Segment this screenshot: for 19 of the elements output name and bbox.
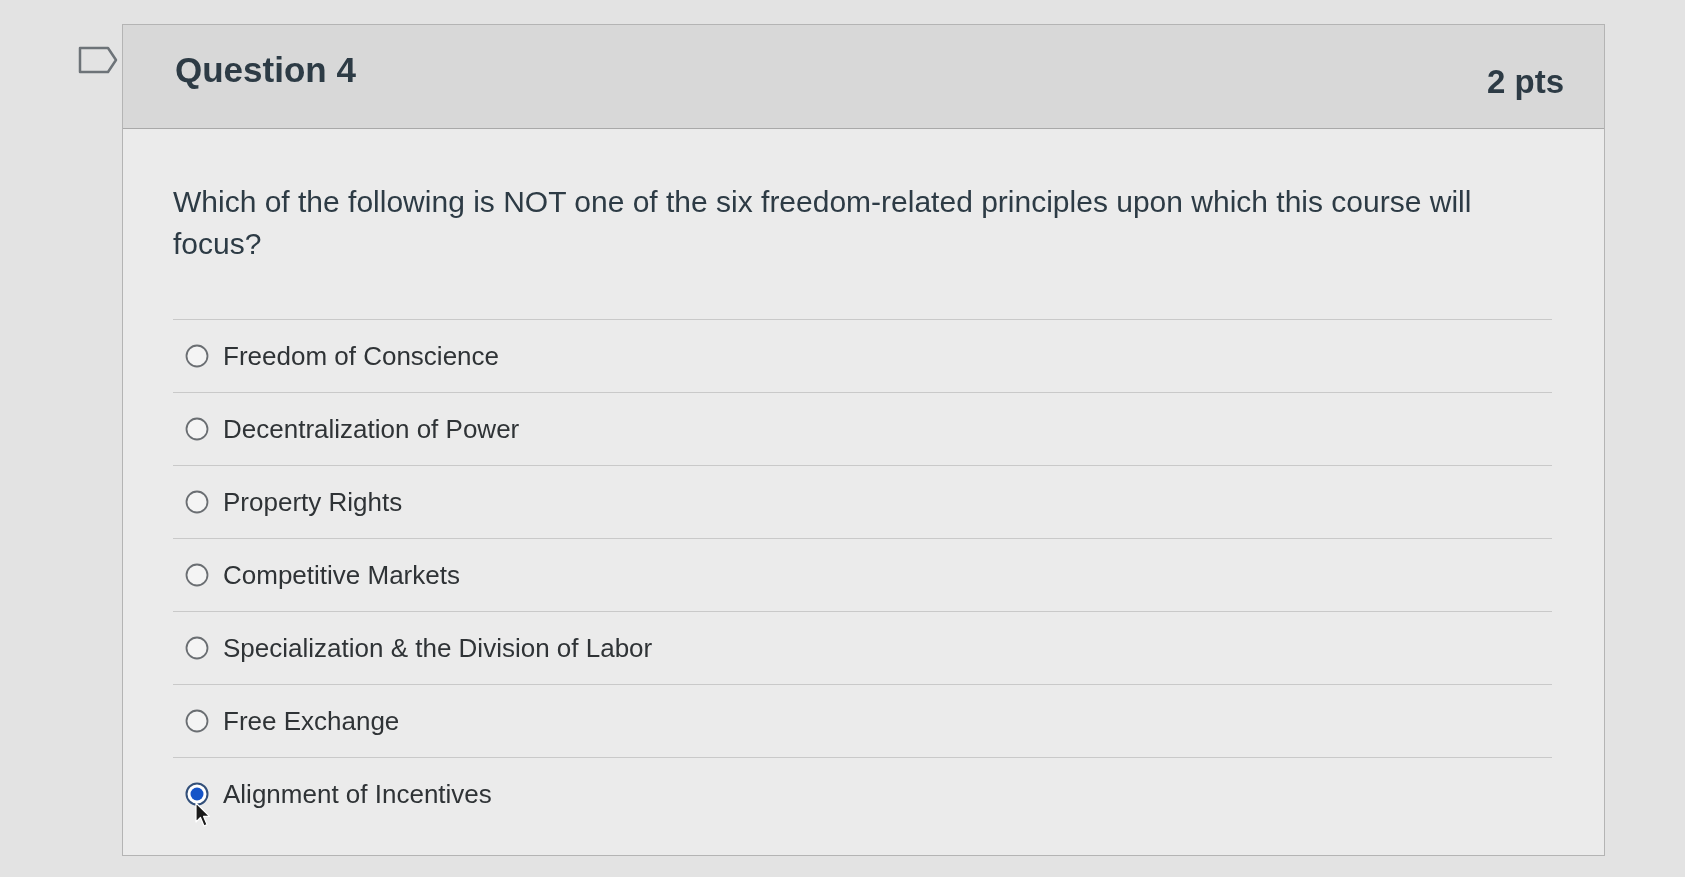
- flag-icon[interactable]: [78, 46, 118, 74]
- answer-option-label[interactable]: Freedom of Conscience: [223, 340, 500, 372]
- radio-button[interactable]: [185, 490, 209, 514]
- answer-option-label[interactable]: Alignment of Incentives: [223, 778, 492, 810]
- answer-option-label[interactable]: Free Exchange: [223, 705, 400, 737]
- radio-button[interactable]: [185, 709, 209, 733]
- radio-button[interactable]: [185, 344, 209, 368]
- answer-option-label[interactable]: Property Rights: [223, 486, 403, 518]
- radio-button[interactable]: [185, 563, 209, 587]
- mouse-pointer-icon: [195, 802, 211, 828]
- selected-radio-button[interactable]: [185, 782, 209, 806]
- answer-option-label[interactable]: Decentralization of Power: [223, 413, 520, 445]
- question-points: 2 pts: [1486, 62, 1564, 101]
- answer-option-label[interactable]: Competitive Markets: [223, 559, 460, 591]
- answer-option-label[interactable]: Specialization & the Division of Labor: [223, 632, 653, 664]
- question-title: Question 4: [175, 49, 356, 90]
- question-text: Which of the following is NOT one of the six freedom-related principles upon which this course will focus?: [173, 184, 1473, 262]
- radio-button[interactable]: [185, 417, 209, 441]
- radio-button[interactable]: [185, 636, 209, 660]
